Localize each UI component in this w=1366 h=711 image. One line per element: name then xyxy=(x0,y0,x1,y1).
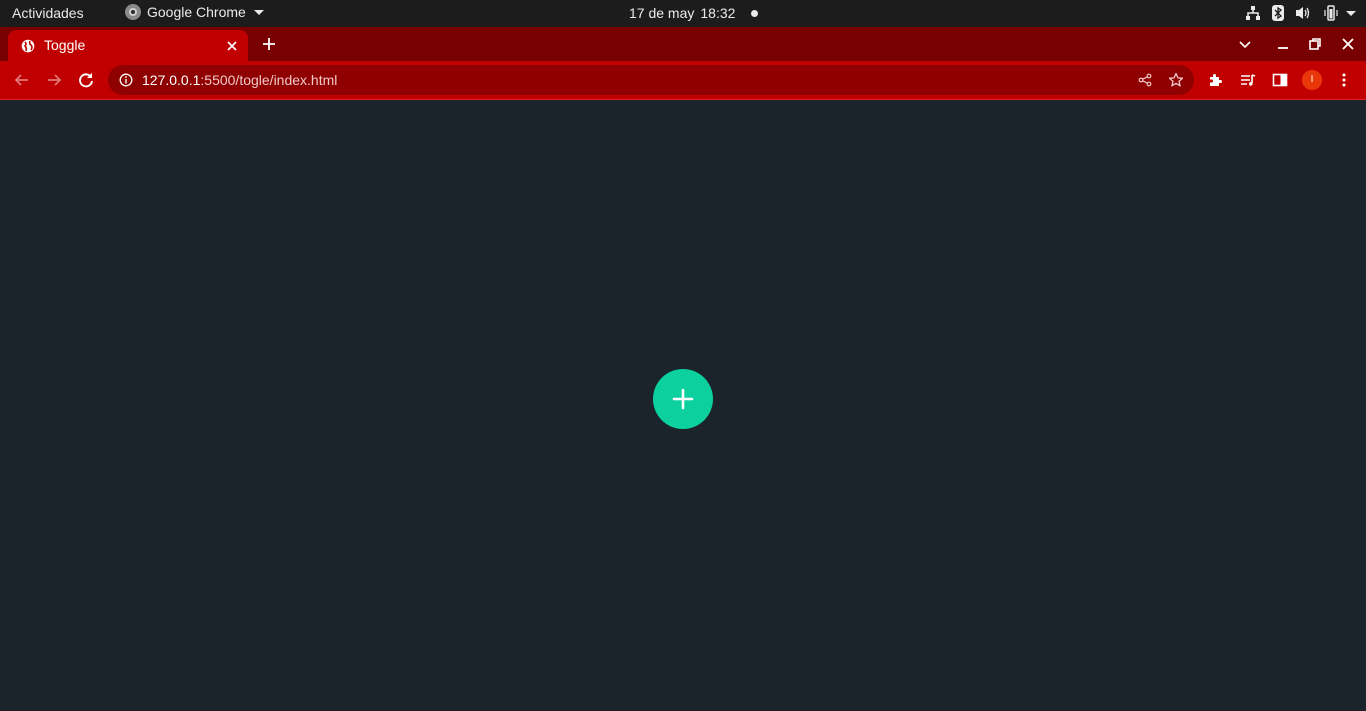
address-bar[interactable]: 127.0.0.1:5500/togle/index.html xyxy=(108,65,1194,95)
close-window-icon[interactable] xyxy=(1341,37,1355,51)
close-icon[interactable] xyxy=(224,38,240,54)
chrome-logo-icon xyxy=(125,4,141,20)
tab-toggle[interactable]: Toggle xyxy=(8,30,248,61)
activities-button[interactable]: Actividades xyxy=(12,5,84,21)
minimize-icon[interactable] xyxy=(1276,37,1290,51)
network-icon xyxy=(1246,6,1260,20)
info-icon[interactable] xyxy=(119,73,133,87)
clock-time: 18:32 xyxy=(700,5,736,21)
app-menu[interactable]: Google Chrome xyxy=(125,4,264,20)
profile-avatar[interactable]: I xyxy=(1302,70,1322,90)
reload-icon[interactable] xyxy=(77,71,95,89)
url-text: 127.0.0.1:5500/togle/index.html xyxy=(142,72,337,88)
restore-icon[interactable] xyxy=(1308,37,1322,51)
volume-icon xyxy=(1296,6,1312,20)
more-menu-icon[interactable] xyxy=(1336,72,1352,88)
clock-date: 17 de may xyxy=(629,5,695,21)
bookmark-star-icon[interactable] xyxy=(1168,72,1184,88)
tab-title: Toggle xyxy=(44,37,86,53)
globe-icon xyxy=(21,39,35,53)
page-viewport xyxy=(0,100,1366,711)
notification-dot xyxy=(751,10,758,17)
clock[interactable]: 17 de may 18:32 xyxy=(629,5,735,21)
plus-icon xyxy=(672,388,694,410)
chevron-down-icon[interactable] xyxy=(1346,11,1356,16)
system-tray[interactable] xyxy=(1246,5,1338,21)
bluetooth-icon xyxy=(1272,5,1284,21)
battery-icon xyxy=(1324,5,1338,21)
forward-arrow-icon[interactable] xyxy=(45,71,63,89)
toggle-button[interactable] xyxy=(653,369,713,429)
app-menu-label: Google Chrome xyxy=(147,4,246,20)
tab-search-chevron-down-icon[interactable] xyxy=(1238,37,1252,51)
url-host: 127.0.0.1 xyxy=(142,72,201,88)
browser-toolbar: 127.0.0.1:5500/togle/index.html I xyxy=(0,61,1366,99)
tab-strip: Toggle xyxy=(0,27,1366,61)
media-queue-icon[interactable] xyxy=(1240,72,1256,88)
chevron-down-icon xyxy=(253,9,264,15)
url-path: :5500/togle/index.html xyxy=(200,72,338,88)
system-top-bar: Actividades Google Chrome 17 de may 18:3… xyxy=(0,0,1366,27)
extensions-puzzle-icon[interactable] xyxy=(1208,72,1224,88)
new-tab-button[interactable] xyxy=(260,35,278,53)
share-icon[interactable] xyxy=(1138,73,1152,87)
side-panel-icon[interactable] xyxy=(1272,72,1288,88)
back-arrow-icon[interactable] xyxy=(13,71,31,89)
